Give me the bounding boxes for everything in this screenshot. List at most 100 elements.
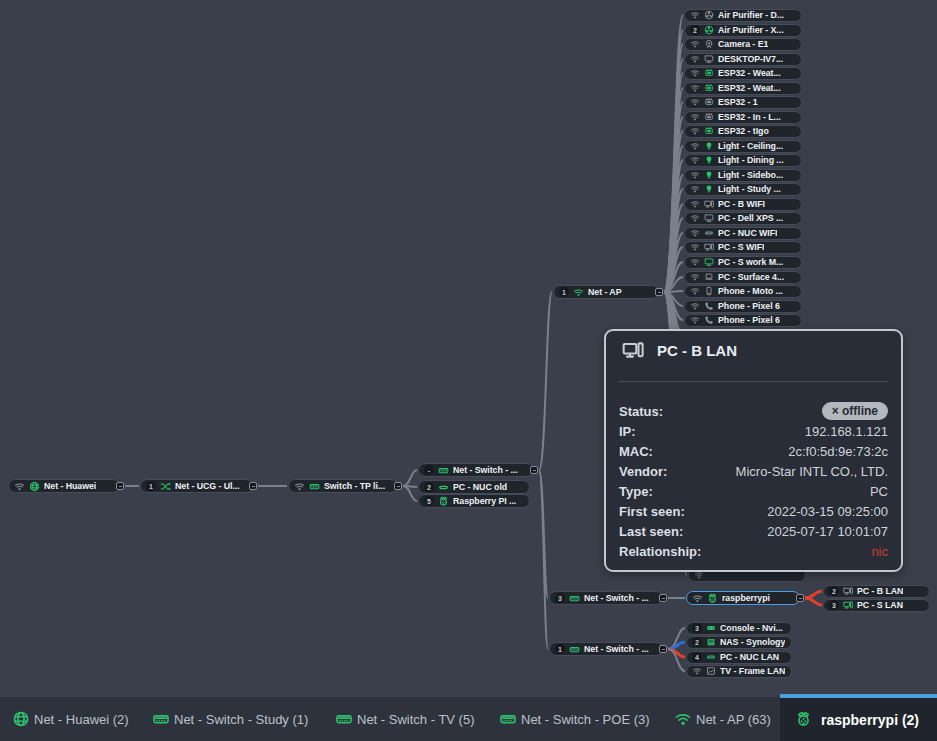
wifi-icon (690, 170, 700, 180)
node-label: Light - Dining ... (718, 155, 784, 165)
node-d7[interactable]: ESP32 - 1 (684, 96, 802, 109)
monitor-icon (704, 54, 714, 64)
node-d17[interactable]: PC - S WIFI (684, 241, 802, 254)
detail-value: 192.168.1.121 (805, 424, 888, 439)
node-d18[interactable]: PC - S work M... (684, 256, 802, 269)
connection-count-badge: 2 (692, 637, 702, 647)
monitor-icon (704, 213, 714, 223)
node-d13[interactable]: Light - Study ... (684, 183, 802, 196)
collapse-toggle[interactable] (796, 594, 804, 602)
edge (539, 292, 552, 470)
node-d19[interactable]: PC - Surface 4... (684, 271, 802, 284)
wifi-icon (692, 666, 702, 676)
globe-icon (12, 710, 30, 728)
node-d20[interactable]: Phone - Moto ... (684, 285, 802, 298)
node-label: Net - Switch - ... (584, 644, 649, 654)
node-label: NAS - Synology (720, 637, 785, 647)
node-d6[interactable]: ESP32 - Weat... (684, 82, 802, 95)
wifi-icon (690, 126, 700, 136)
node-d4[interactable]: DESKTOP-IV7... (684, 53, 802, 66)
connection-count-badge: 1 (559, 287, 569, 297)
node-nas-synology[interactable]: 2 NAS - Synology (686, 636, 792, 649)
detail-label: IP: (619, 424, 636, 439)
node-d10[interactable]: Light - Ceiling... (684, 140, 802, 153)
node-d3[interactable]: Camera - E1 (684, 38, 802, 51)
node-d5[interactable]: ESP32 - Weat... (684, 67, 802, 80)
tab-label: Net - Switch - Study (1) (174, 712, 308, 727)
node-net-switch-3[interactable]: 3Net - Switch - ... (549, 591, 663, 605)
detail-row: Status:× offline (619, 401, 888, 421)
node-d16[interactable]: PC - NUC WIFI (684, 227, 802, 240)
wifi-icon (14, 481, 25, 492)
tab-net-huawei-2-[interactable]: Net - Huawei (2) (12, 697, 129, 741)
wifi-icon (690, 10, 700, 20)
node-pc-nuc-lan[interactable]: 4PC - NUC LAN (686, 651, 792, 664)
wifi-icon (690, 301, 700, 311)
collapse-toggle[interactable] (249, 482, 257, 490)
detail-label: First seen: (619, 504, 685, 519)
tab-raspberrypi[interactable]: raspberrypi (2) (780, 694, 937, 741)
tab-label: Net - Switch - TV (5) (357, 712, 475, 727)
node-label: PC - S WIFI (718, 242, 764, 252)
connection-count-badge: 2 (829, 586, 839, 596)
node-d2[interactable]: 2Air Purifier - X... (684, 24, 802, 37)
node-pc-nuc-old[interactable]: 2PC - NUC old (418, 480, 530, 494)
tab-net-ap-63-[interactable]: Net - AP (63) (674, 697, 771, 741)
tab-net-switch-study-1-[interactable]: Net - Switch - Study (1) (152, 697, 308, 741)
detail-value: nic (871, 544, 888, 559)
collapse-toggle[interactable] (655, 288, 663, 296)
node-d1[interactable]: Air Purifier - D... (684, 9, 802, 22)
collapse-toggle[interactable] (394, 482, 402, 490)
nas-icon (706, 637, 716, 647)
node-d14[interactable]: PC - B WIFI (684, 198, 802, 211)
node-tv-frame-lan[interactable]: TV - Frame LAN (686, 665, 792, 678)
collapse-toggle[interactable] (530, 466, 538, 474)
node-raspberrypi[interactable]: raspberrypi (686, 591, 800, 605)
shuffle-icon (160, 481, 171, 492)
node-net-switch-1[interactable]: 1Net - Switch - ... (549, 642, 663, 656)
node-d9[interactable]: ESP32 - tIgo (684, 125, 802, 138)
switch-icon (309, 481, 320, 492)
handset-icon (704, 315, 714, 325)
wifi-icon (692, 593, 703, 604)
detail-row: Vendor:Micro-Star INTL CO., LTD. (619, 461, 888, 481)
node-label: ESP32 - Weat... (718, 83, 781, 93)
collapse-toggle[interactable] (659, 645, 667, 653)
raspberry-icon (707, 593, 718, 604)
node-pc-s-lan[interactable]: 3PC - S LAN (823, 599, 930, 612)
tab-net-switch-tv-5-[interactable]: Net - Switch - TV (5) (335, 697, 475, 741)
camera-icon (704, 39, 714, 49)
node-raspberry-pi-2[interactable]: 5Raspberry PI ... (418, 494, 530, 508)
raspberry-icon (795, 711, 812, 728)
node-net-ucg[interactable]: 1Net - UCG - Ul... (140, 479, 253, 493)
wifi-icon (690, 54, 700, 64)
wifi-icon (690, 286, 700, 296)
node-pc-b-lan[interactable]: 2PC - B LAN (823, 585, 930, 598)
device-detail-popup: PC - B LAN Status:× offlineIP:192.168.1.… (604, 329, 903, 572)
tab-label: Net - Huawei (2) (34, 712, 129, 727)
node-d22[interactable]: Phone - Pixel 6 (684, 314, 802, 327)
node-d12[interactable]: Light - Sidebo... (684, 169, 802, 182)
node-d21[interactable]: Phone - Pixel 6 (684, 300, 802, 313)
node-net-switch-study[interactable]: -Net - Switch - ... (418, 463, 534, 477)
collapse-toggle[interactable] (116, 482, 124, 490)
node-net-ap[interactable]: 1Net - AP (553, 285, 659, 299)
detail-label: Status: (619, 404, 663, 419)
nuc-icon (704, 228, 714, 238)
connection-count-badge: 3 (829, 600, 839, 610)
edge (539, 470, 548, 649)
node-console-nvi[interactable]: 3Console - Nvi... (686, 622, 792, 635)
tab-net-switch-poe-3-[interactable]: Net - Switch - POE (3) (499, 697, 650, 741)
detail-row: Last seen:2025-07-17 10:01:07 (619, 521, 888, 541)
node-net-huawei[interactable]: Net - Huawei (8, 479, 120, 493)
collapse-toggle[interactable] (659, 594, 667, 602)
node-switch-tp[interactable]: Switch - TP li... (288, 479, 398, 493)
node-label: Phone - Moto ... (718, 286, 783, 296)
node-d15[interactable]: PC - Dell XPS ... (684, 212, 802, 225)
frame-icon (706, 666, 716, 676)
node-d11[interactable]: Light - Dining ... (684, 154, 802, 167)
node-label: Net - Switch - ... (584, 593, 649, 603)
nuc-icon (438, 482, 449, 493)
node-d8[interactable]: ESP32 - In - L... (684, 111, 802, 124)
node-label: Light - Sidebo... (718, 170, 783, 180)
